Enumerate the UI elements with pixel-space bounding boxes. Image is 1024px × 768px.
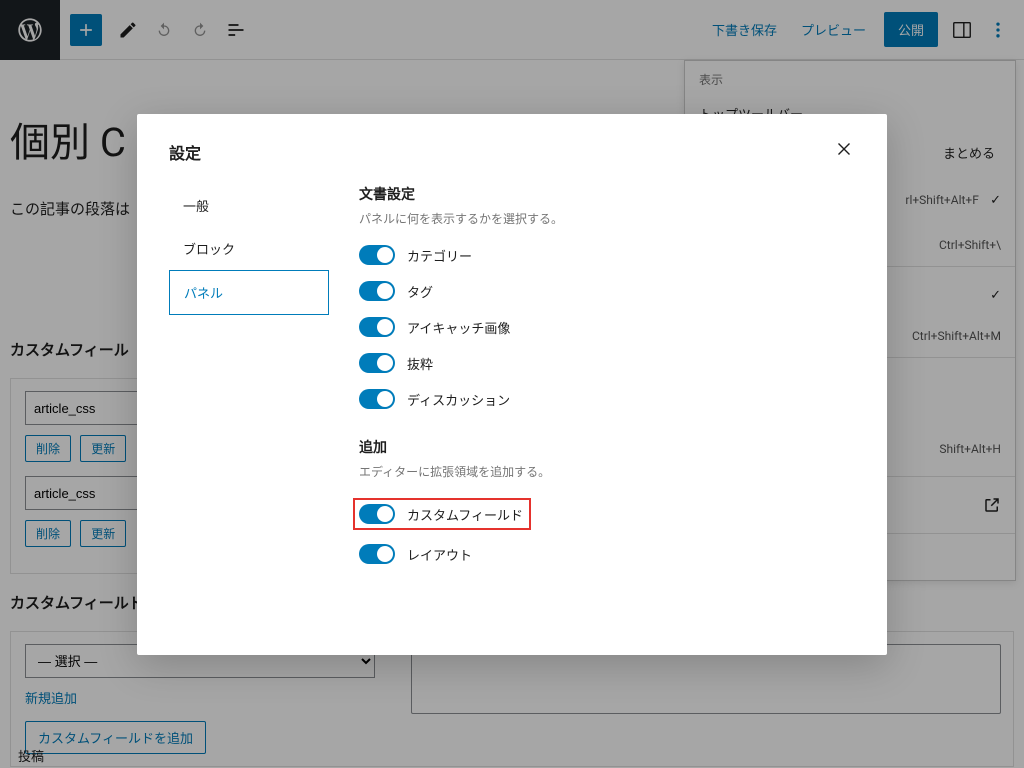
toggle-tags[interactable]: タグ xyxy=(359,281,855,301)
toggle-custom-fields[interactable]: カスタムフィールド xyxy=(359,504,523,524)
toggle-discussion[interactable]: ディスカッション xyxy=(359,389,855,409)
highlight-custom-fields: カスタムフィールド xyxy=(353,498,531,530)
toggle-featured-image[interactable]: アイキャッチ画像 xyxy=(359,317,855,337)
tab-block[interactable]: ブロック xyxy=(169,227,329,270)
toggle-categories[interactable]: カテゴリー xyxy=(359,245,855,265)
doc-settings-sub: パネルに何を表示するかを選択する。 xyxy=(359,210,855,227)
additional-sub: エディターに拡張領域を追加する。 xyxy=(359,463,855,480)
additional-title: 追加 xyxy=(359,437,855,457)
toggle-switch[interactable] xyxy=(359,281,395,301)
tab-panel[interactable]: パネル xyxy=(169,270,329,315)
toggle-excerpt[interactable]: 抜粋 xyxy=(359,353,855,373)
toggle-switch[interactable] xyxy=(359,317,395,337)
modal-title: 設定 xyxy=(169,140,201,164)
toggle-switch[interactable] xyxy=(359,245,395,265)
close-icon xyxy=(833,138,855,160)
modal-panel-content: 文書設定 パネルに何を表示するかを選択する。 カテゴリー タグ アイキャッチ画像… xyxy=(329,184,855,631)
tab-general[interactable]: 一般 xyxy=(169,184,329,227)
modal-tabs: 一般 ブロック パネル xyxy=(169,184,329,631)
preferences-modal: 設定 一般 ブロック パネル 文書設定 パネルに何を表示するかを選択する。 カテ… xyxy=(137,114,887,655)
toggle-switch[interactable] xyxy=(359,504,395,524)
modal-close-button[interactable] xyxy=(833,138,855,166)
doc-settings-title: 文書設定 xyxy=(359,184,855,204)
toggle-switch[interactable] xyxy=(359,389,395,409)
toggle-switch[interactable] xyxy=(359,353,395,373)
toggle-layout[interactable]: レイアウト xyxy=(359,544,855,564)
toggle-switch[interactable] xyxy=(359,544,395,564)
